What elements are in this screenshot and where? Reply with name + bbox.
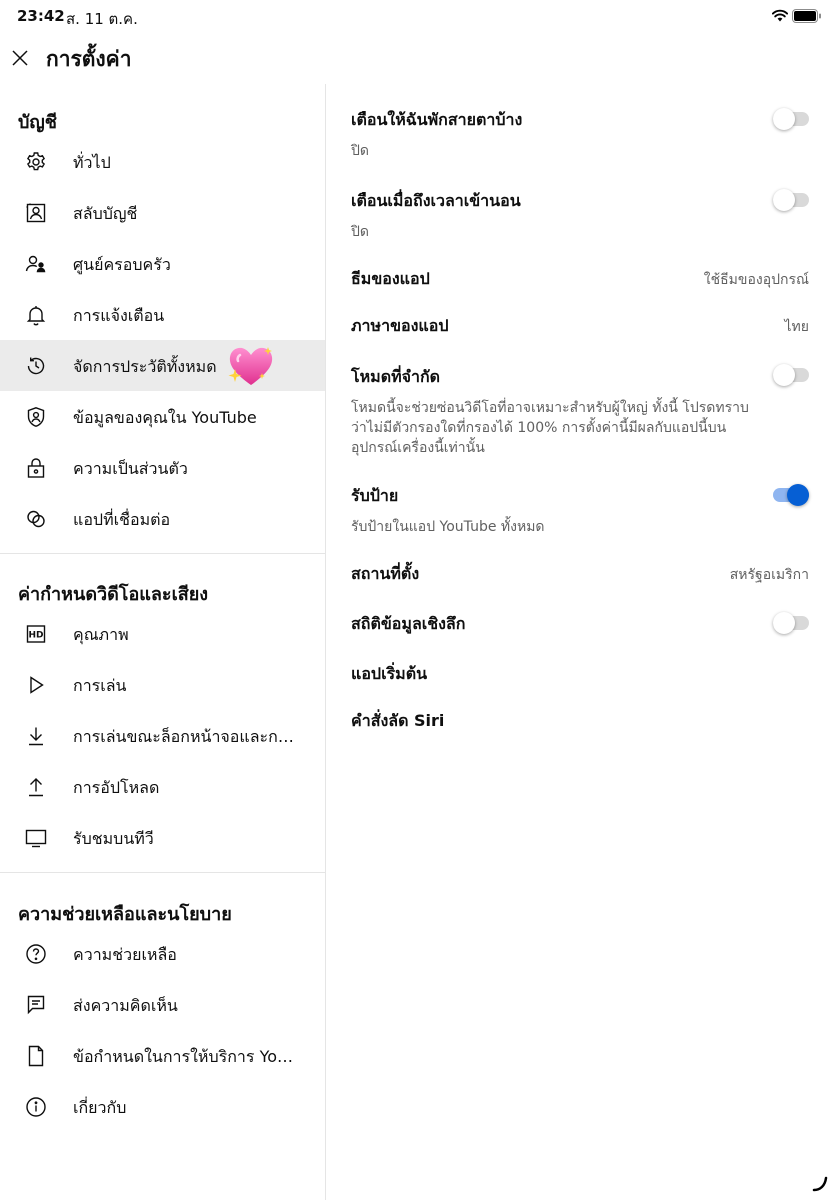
captions-toggle[interactable] <box>773 484 809 506</box>
sidebar-item-about[interactable]: เกี่ยวกับ <box>0 1081 325 1132</box>
sidebar-item-label: การอัปโหลด <box>73 778 160 797</box>
close-icon[interactable] <box>8 46 32 70</box>
bedtime-reminder-subtitle: ปิด <box>351 224 369 240</box>
sidebar-item-label: เกี่ยวกับ <box>73 1098 127 1117</box>
app-theme-title[interactable]: ธีมของแอป <box>351 267 430 292</box>
sidebar-item-label: ข้อกำหนดในการให้บริการ YouTube <box>73 1047 301 1066</box>
sparkling-heart-icon <box>228 347 273 385</box>
battery-icon <box>792 9 821 23</box>
sidebar-item-notifications[interactable]: การแจ้งเตือน <box>0 289 325 340</box>
tv-icon <box>25 829 47 848</box>
sidebar-item-label: ความช่วยเหลือ <box>73 945 177 964</box>
location-value[interactable]: สหรัฐอเมริกา <box>730 564 809 586</box>
download-icon <box>29 727 43 746</box>
section-divider <box>0 553 325 554</box>
location-title[interactable]: สถานที่ตั้ง <box>351 562 419 587</box>
sidebar-item-label: การเล่น <box>73 676 127 695</box>
hd-icon: HD <box>26 625 46 643</box>
captions-subtitle: รับป้ายในแอป YouTube ทั้งหมด <box>351 519 545 535</box>
sidebar-item-watch-on-tv[interactable]: รับชมบนทีวี <box>0 812 325 863</box>
lock-icon <box>27 458 45 478</box>
sidebar-item-privacy[interactable]: ความเป็นส่วนตัว <box>0 442 325 493</box>
info-icon <box>26 1097 46 1117</box>
starter-app-title[interactable]: แอปเริ่มต้น <box>351 662 427 687</box>
sidebar-item-help[interactable]: ความช่วยเหลือ <box>0 928 325 979</box>
restricted-mode-title[interactable]: โหมดที่จำกัด <box>351 365 440 390</box>
sidebar-item-family-center[interactable]: ศูนย์ครอบครัว <box>0 238 325 289</box>
sidebar-item-label: ทั่วไป <box>73 153 111 172</box>
upload-icon <box>29 778 43 797</box>
page-title: การตั้งค่า <box>46 47 132 71</box>
header: การตั้งค่า <box>0 34 834 84</box>
sidebar-item-background-downloads[interactable]: การเล่นขณะล็อกหน้าจอและการดาวน์โหลด <box>0 710 325 761</box>
sidebar-item-label: ข้อมูลของคุณใน YouTube <box>73 408 257 427</box>
app-language-title[interactable]: ภาษาของแอป <box>351 314 449 339</box>
section-title-account: บัญชี <box>18 112 57 133</box>
sidebar-item-playback[interactable]: การเล่น <box>0 659 325 710</box>
siri-shortcuts-title[interactable]: คำสั่งลัด Siri <box>351 709 444 734</box>
sidebar-item-label: สลับบัญชี <box>73 204 138 223</box>
sidebar-item-terms[interactable]: ข้อกำหนดในการให้บริการ YouTube <box>0 1030 325 1081</box>
bedtime-reminder-title[interactable]: เตือนเมื่อถึงเวลาเข้านอน <box>351 189 521 214</box>
family-icon <box>25 255 46 273</box>
stats-for-nerds-toggle[interactable] <box>773 612 809 634</box>
gear-icon <box>27 152 45 171</box>
sidebar-item-label: ความเป็นส่วนตัว <box>73 459 188 478</box>
break-reminder-subtitle: ปิด <box>351 143 369 159</box>
sidebar-item-uploads[interactable]: การอัปโหลด <box>0 761 325 812</box>
app-theme-value[interactable]: ใช้ธีมของอุปกรณ์ <box>704 269 809 291</box>
sidebar-item-manage-history[interactable]: จัดการประวัติทั้งหมด <box>0 340 325 391</box>
restricted-mode-description: โหมดนี้จะช่วยซ่อนวิดีโอที่อาจเหมาะสำหรับ… <box>351 400 749 456</box>
section-title-video-audio: ค่ากำหนดวิดีโอและเสียง <box>18 584 209 605</box>
captions-title[interactable]: รับป้าย <box>351 484 398 509</box>
sidebar-item-label: ศูนย์ครอบครัว <box>73 255 171 274</box>
section-title-help-policy: ความช่วยเหลือและนโยบาย <box>18 904 232 925</box>
bedtime-reminder-toggle[interactable] <box>773 189 809 211</box>
sidebar-item-your-data[interactable]: ข้อมูลของคุณใน YouTube <box>0 391 325 442</box>
status-date: ส. 11 ต.ค. <box>66 10 138 28</box>
break-reminder-title[interactable]: เตือนให้ฉันพักสายตาบ้าง <box>351 108 522 133</box>
sidebar-item-label: จัดการประวัติทั้งหมด <box>73 357 217 376</box>
status-bar: 23:42 ส. 11 ต.ค. <box>0 0 834 34</box>
sidebar-item-label: คุณภาพ <box>73 625 129 644</box>
restricted-mode-toggle[interactable] <box>773 364 809 386</box>
sidebar: บัญชี ทั่วไป สลับบัญชี ศูนย์ครอบครัว การ… <box>0 84 326 1200</box>
bell-icon <box>26 306 46 326</box>
sidebar-item-connected-apps[interactable]: แอปที่เชื่อมต่อ <box>0 493 325 544</box>
sidebar-item-label: การแจ้งเตือน <box>73 306 165 325</box>
shield-user-icon <box>27 407 45 427</box>
section-divider <box>0 872 325 873</box>
history-icon <box>27 357 45 375</box>
stats-for-nerds-title[interactable]: สถิติข้อมูลเชิงลึก <box>351 612 465 637</box>
sidebar-item-feedback[interactable]: ส่งความคิดเห็น <box>0 979 325 1030</box>
app-language-value[interactable]: ไทย <box>785 316 809 338</box>
svg-text:HD: HD <box>28 631 43 641</box>
switch-account-icon <box>26 203 46 223</box>
sidebar-item-label: การเล่นขณะล็อกหน้าจอและการดาวน์โหลด <box>73 727 301 746</box>
connected-apps-icon <box>27 510 45 528</box>
wifi-icon <box>772 9 788 22</box>
sidebar-item-label: แอปที่เชื่อมต่อ <box>73 510 171 529</box>
resize-corner-icon <box>812 1176 828 1192</box>
sidebar-item-switch-account[interactable]: สลับบัญชี <box>0 187 325 238</box>
sidebar-item-general[interactable]: ทั่วไป <box>0 136 325 187</box>
play-icon <box>30 676 44 694</box>
sidebar-item-label: ส่งความคิดเห็น <box>73 996 178 1015</box>
help-icon <box>26 944 46 964</box>
sidebar-item-quality[interactable]: HD คุณภาพ <box>0 608 325 659</box>
document-icon <box>28 1045 44 1067</box>
status-time: 23:42 <box>17 7 65 25</box>
break-reminder-toggle[interactable] <box>773 108 809 130</box>
sidebar-item-label: รับชมบนทีวี <box>73 829 154 848</box>
feedback-icon <box>27 995 45 1015</box>
